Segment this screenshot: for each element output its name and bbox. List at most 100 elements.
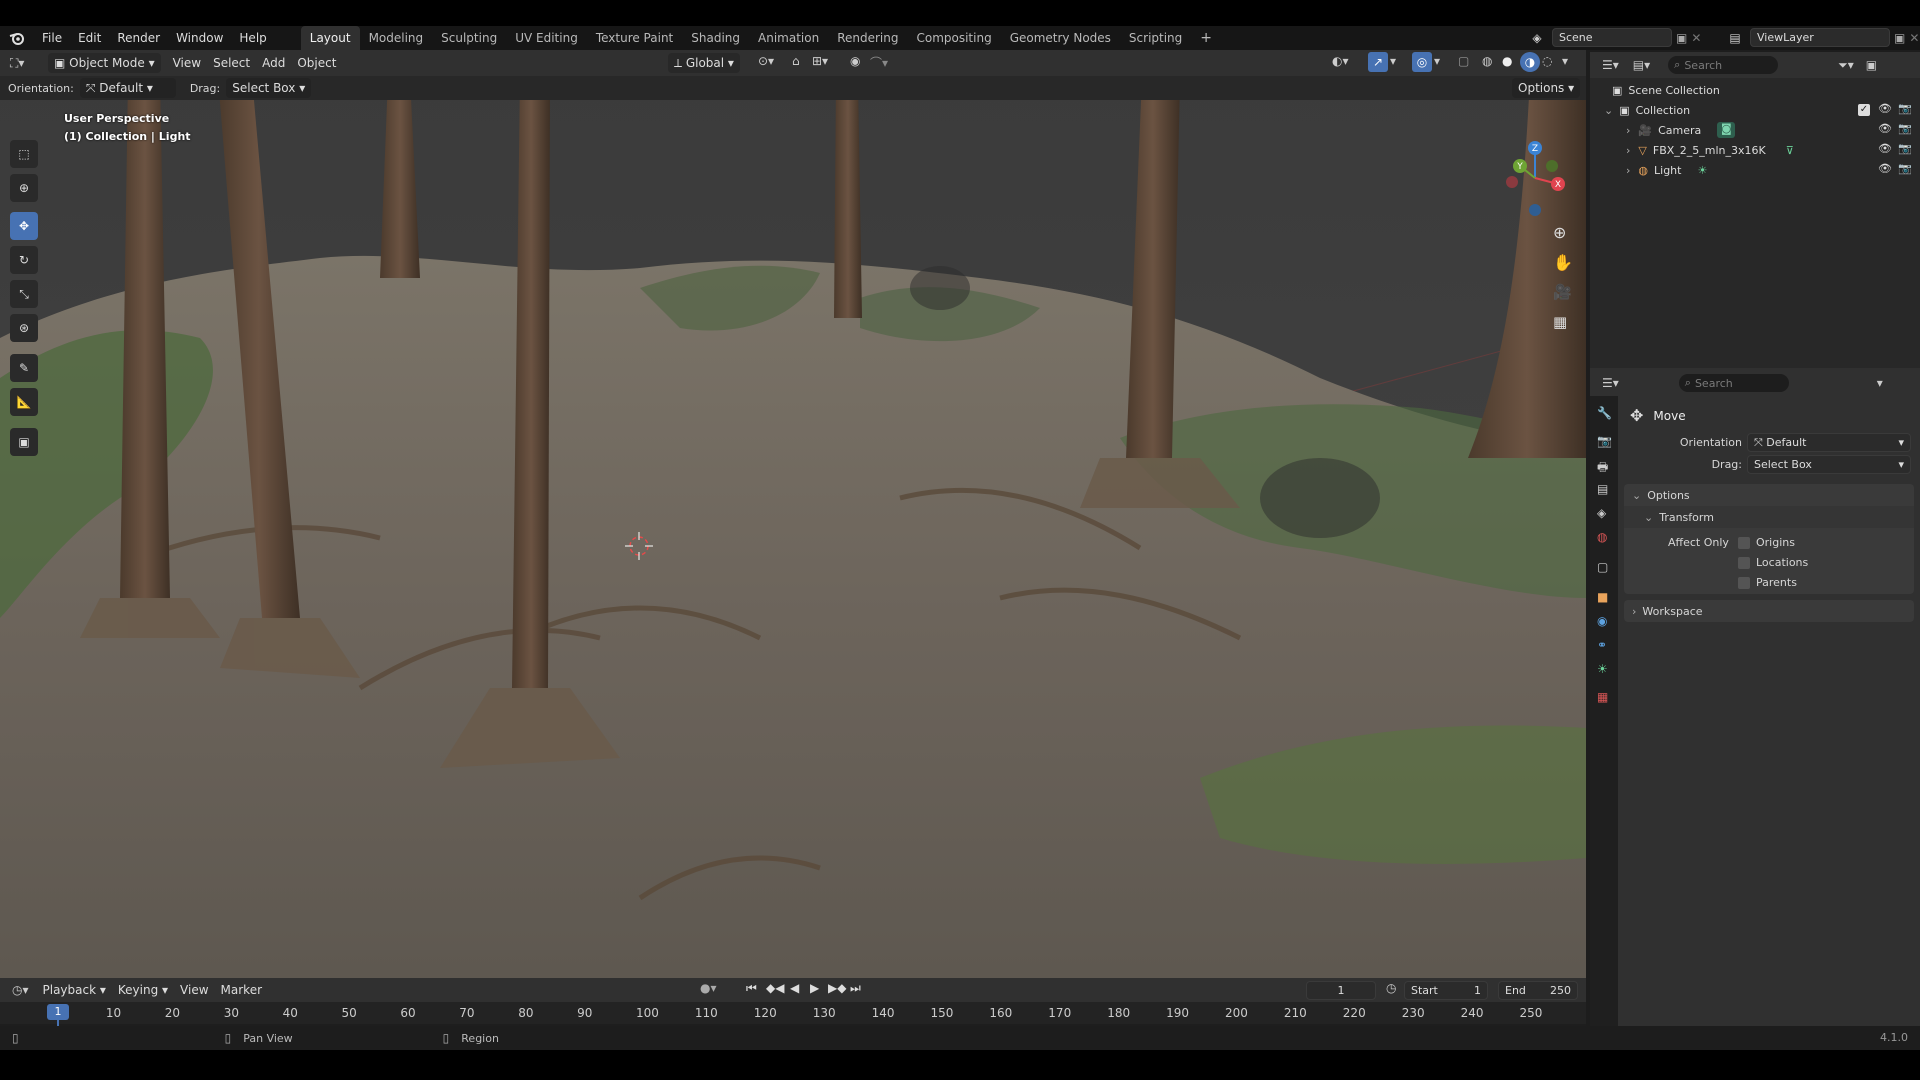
origins-checkbox[interactable]: Origins (1738, 536, 1795, 549)
menu-edit[interactable]: Edit (70, 26, 109, 50)
falloff-icon[interactable]: ⌒▾ (870, 54, 888, 71)
solid-shading-icon[interactable]: ● (1502, 54, 1512, 68)
select-menu[interactable]: Select (207, 52, 256, 74)
transform-subpanel-header[interactable]: ⌄ Transform (1624, 506, 1914, 528)
camera-visibility-icon[interactable]: 👁 (1878, 122, 1892, 135)
gizmo-toggle-icon[interactable]: ↗ (1368, 52, 1388, 72)
menu-window[interactable]: Window (168, 26, 231, 50)
snap-target-icon[interactable]: ⊞▾ (812, 54, 828, 68)
mesh-visibility-icon[interactable]: 👁 (1878, 142, 1892, 155)
world-tab-icon[interactable]: ◍ (1597, 530, 1607, 544)
menu-file[interactable]: File (34, 26, 70, 50)
physics-tab-icon[interactable]: ◉ (1597, 614, 1607, 628)
overlay-dropdown-icon[interactable]: ▾ (1434, 54, 1440, 68)
properties-editor-type-icon[interactable]: ☰▾ (1602, 376, 1619, 390)
properties-search-field[interactable]: ⌕ Search (1678, 374, 1789, 392)
tab-compositing[interactable]: Compositing (907, 26, 1000, 50)
new-viewlayer-icon[interactable]: ▣ (1894, 31, 1905, 45)
parents-checkbox[interactable]: Parents (1738, 576, 1797, 589)
gizmo-neg-z-axis[interactable] (1529, 204, 1541, 216)
collection-row[interactable]: ⌄ ▣ Collection ✓ 👁 📷 (1590, 100, 1920, 120)
outliner-search-field[interactable]: ⌕ Search (1668, 56, 1779, 74)
overlay-toggle-icon[interactable]: ◎ (1412, 52, 1432, 72)
tool-select-box[interactable]: ⬚ (10, 140, 38, 168)
playhead[interactable]: 1 (47, 1004, 69, 1020)
current-frame-field[interactable]: 1 (1306, 981, 1376, 1000)
tab-sculpting[interactable]: Sculpting (432, 26, 506, 50)
data-tab-icon[interactable]: ☀ (1597, 662, 1608, 676)
options-panel[interactable]: ⌄ Options ⌄ Transform Affect Only Origin… (1624, 484, 1914, 594)
object-menu[interactable]: Object (291, 52, 342, 74)
ortho-toggle-icon[interactable]: ▦ (1553, 313, 1567, 331)
material-shading-icon[interactable]: ◑ (1520, 52, 1540, 72)
zoom-icon[interactable]: ⊕ (1553, 223, 1566, 242)
delete-viewlayer-icon[interactable]: ✕ (1909, 31, 1919, 45)
tool-scale[interactable]: ⤡ (10, 280, 38, 308)
workspace-panel-header[interactable]: › Workspace (1624, 600, 1914, 622)
output-tab-icon[interactable]: 🖶 (1597, 458, 1608, 479)
tool-measure[interactable]: 📐 (10, 388, 38, 416)
tab-layout[interactable]: Layout (300, 26, 360, 50)
tool-cursor[interactable]: ⊕ (10, 174, 38, 202)
outliner-editor-type-icon[interactable]: ☰▾ (1602, 58, 1619, 72)
xray-icon[interactable]: ▢ (1458, 54, 1469, 68)
add-menu[interactable]: Add (256, 52, 291, 74)
jump-start-icon[interactable]: ⏮ (746, 981, 757, 996)
blender-logo-icon[interactable] (0, 26, 34, 50)
outliner-item-light[interactable]: › ◍ Light ☀ 👁 📷 (1590, 160, 1920, 180)
viewlayer-icon[interactable]: ▤ (1724, 28, 1746, 47)
play-icon[interactable]: ▶ (810, 981, 819, 995)
object-tab-icon[interactable]: ■ (1597, 590, 1608, 604)
tool-annotate[interactable]: ✎ (10, 354, 38, 382)
outliner-item-fbx-mesh[interactable]: › ▽ FBX_2_5_mln_3x16K ⊽ 👁 📷 (1590, 140, 1920, 160)
expand-arrow-icon[interactable]: ⌄ (1604, 104, 1613, 117)
play-reverse-icon[interactable]: ◀ (790, 981, 799, 995)
options-dropdown[interactable]: Options ▾ (1512, 78, 1581, 98)
auto-keying-icon[interactable]: ●▾ (700, 981, 717, 995)
expand-arrow-icon[interactable]: › (1626, 164, 1630, 177)
visibility-icon[interactable]: ◐▾ (1332, 54, 1349, 68)
tab-scripting[interactable]: Scripting (1120, 26, 1191, 50)
viewlayer-selector[interactable]: ViewLayer (1750, 28, 1890, 47)
scene-collection-row[interactable]: ▣ Scene Collection (1590, 80, 1920, 100)
new-scene-icon[interactable]: ▣ (1676, 31, 1687, 45)
rendered-shading-icon[interactable]: ◌ (1542, 54, 1552, 68)
props-orientation-dropdown[interactable]: ⤧ Default ▾ (1747, 433, 1911, 452)
scene-tab-icon[interactable]: ◈ (1597, 506, 1606, 520)
new-collection-icon[interactable]: ▣ (1866, 58, 1877, 72)
next-keyframe-icon[interactable]: ▶◆ (828, 981, 846, 995)
proportional-edit-icon[interactable]: ◉ (850, 54, 860, 68)
menu-help[interactable]: Help (231, 26, 274, 50)
tool-tab-icon[interactable]: 🔧 (1597, 406, 1612, 420)
exclude-checkbox[interactable]: ✓ (1858, 104, 1870, 116)
camera-render-icon[interactable]: 📷 (1898, 122, 1912, 135)
collection-render-icon[interactable]: 📷 (1898, 102, 1912, 115)
tab-geometry-nodes[interactable]: Geometry Nodes (1001, 26, 1120, 50)
gizmo-neg-y-axis[interactable] (1546, 160, 1558, 172)
outliner-item-camera[interactable]: › 🎥 Camera ◙ 👁 📷 (1590, 120, 1920, 140)
snap-icon[interactable]: ⌂ (792, 54, 800, 68)
tab-shading[interactable]: Shading (682, 26, 749, 50)
editor-type-icon[interactable]: ⛶▾ (10, 56, 40, 71)
tab-modeling[interactable]: Modeling (360, 26, 433, 50)
light-render-icon[interactable]: 📷 (1898, 162, 1912, 175)
add-workspace-button[interactable]: + (1191, 26, 1221, 50)
tab-animation[interactable]: Animation (749, 26, 828, 50)
collection-visibility-icon[interactable]: 👁 (1878, 102, 1892, 115)
constraints-tab-icon[interactable]: ⚭ (1597, 638, 1607, 652)
expand-arrow-icon[interactable]: › (1626, 124, 1630, 137)
menu-render[interactable]: Render (109, 26, 168, 50)
playback-menu[interactable]: Playback ▾ (37, 979, 112, 1001)
mesh-render-icon[interactable]: 📷 (1898, 142, 1912, 155)
delete-scene-icon[interactable]: ✕ (1691, 31, 1701, 45)
tool-rotate[interactable]: ↻ (10, 246, 38, 274)
pan-hand-icon[interactable]: ✋ (1553, 253, 1573, 272)
tab-uv-editing[interactable]: UV Editing (506, 26, 587, 50)
frame-ruler[interactable]: 10 20 30 40 50 60 70 80 90 100 110 120 130 140 150 160 1… (0, 1004, 1586, 1024)
tab-rendering[interactable]: Rendering (828, 26, 907, 50)
prev-keyframe-icon[interactable]: ◆◀ (766, 981, 784, 995)
scene-icon[interactable]: ◈ (1526, 28, 1548, 47)
display-mode-icon[interactable]: ▤▾ (1633, 58, 1650, 72)
view-menu[interactable]: View (167, 52, 207, 74)
filter-icon[interactable]: ⏷▾ (1838, 58, 1854, 73)
